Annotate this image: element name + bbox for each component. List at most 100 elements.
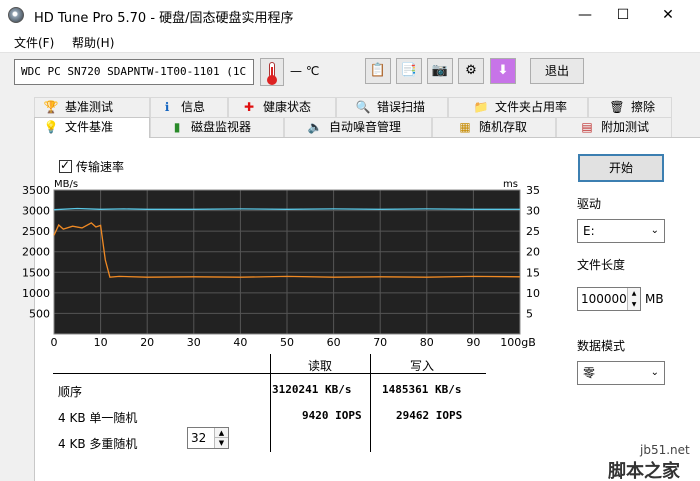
- exit-button[interactable]: 退出: [530, 58, 584, 84]
- tab-file-benchmark[interactable]: 💡 文件基准: [34, 117, 150, 138]
- drive-combo-value: E:: [583, 224, 595, 238]
- file-length-input[interactable]: 100000 ▲ ▼: [577, 287, 641, 311]
- queue-depth-value: 32: [191, 431, 207, 445]
- 4kb-single-read-value: 9420 IOPS: [302, 409, 362, 422]
- sequential-read-value: 3120241 KB/s: [272, 383, 352, 396]
- download-button[interactable]: ⬇: [490, 58, 516, 84]
- tab-label: 磁盘监视器: [191, 120, 252, 134]
- app-disk-icon: [8, 7, 24, 23]
- stepper-up-icon[interactable]: ▲: [214, 428, 228, 438]
- temperature-value: — ℃: [290, 64, 320, 78]
- watermark-site: jb51.net: [640, 443, 690, 457]
- watermark-name: 脚本之家: [608, 461, 680, 481]
- copy-info-button[interactable]: 📑: [396, 58, 422, 84]
- x-tick-label: 100gB: [500, 336, 536, 349]
- x-tick-label: 90: [466, 336, 480, 349]
- tab-label: 信息: [181, 100, 206, 114]
- drive-combo[interactable]: E: ⌄: [577, 219, 665, 243]
- chevron-down-icon: ⌄: [650, 225, 659, 236]
- tab-label: 基准测试: [65, 100, 114, 114]
- options-button[interactable]: ⚙: [458, 58, 484, 84]
- data-mode-label: 数据模式: [577, 339, 626, 353]
- y-right-tick-label: 20: [526, 246, 540, 259]
- table-divider: [370, 354, 371, 452]
- tab-aam[interactable]: 🔈 自动噪音管理: [284, 117, 432, 137]
- row-label-4kb-single: 4 KB 单一随机: [58, 411, 138, 425]
- file-length-unit: MB: [645, 292, 664, 306]
- x-tick-label: 50: [280, 336, 294, 349]
- drive-select[interactable]: WDC PC SN720 SDAPNTW-1T00-1101 (1C: [14, 59, 254, 85]
- row-label-4kb-multi: 4 KB 多重随机: [58, 437, 138, 451]
- temperature-button[interactable]: [260, 58, 284, 86]
- x-tick-label: 30: [187, 336, 201, 349]
- drive-label: 驱动: [577, 197, 602, 211]
- data-mode-value: 零: [583, 366, 596, 380]
- y-right-tick-label: 35: [526, 184, 540, 197]
- extra-tests-icon: ▤: [581, 120, 593, 134]
- tab-label: 文件基准: [65, 120, 114, 134]
- y-left-tick-label: 2500: [22, 225, 50, 238]
- window-title: HD Tune Pro 5.70 - 硬盘/固态硬盘实用程序: [34, 11, 294, 26]
- tab-label: 擦除: [631, 100, 656, 114]
- table-divider: [270, 354, 271, 452]
- disk-monitor-icon: ▮: [173, 120, 181, 134]
- y-axis-right: 35 30 25 20 15 10 5: [526, 184, 540, 320]
- thermometer-bulb: [267, 75, 277, 85]
- file-length-stepper-icon[interactable]: ▲ ▼: [627, 288, 640, 310]
- x-axis: 0 10 20 30 40 50 60 70 80 90 100gB: [51, 336, 536, 349]
- benchmark-chart: 350030002500200015001000500 353025201510…: [22, 179, 540, 349]
- series-line-cyan: [53, 207, 520, 211]
- y-left-tick-label: 3500: [22, 184, 50, 197]
- y-left-tick-label: 3000: [22, 205, 50, 218]
- x-tick-label: 70: [373, 336, 387, 349]
- copy-text-button[interactable]: 📋: [365, 58, 391, 84]
- tab-folder-usage[interactable]: 📁 文件夹占用率: [448, 97, 588, 117]
- left-axis-unit: MB/s: [54, 179, 78, 190]
- health-icon: ✚: [243, 100, 255, 114]
- tab-erase[interactable]: 🗑 擦除: [588, 97, 672, 117]
- column-write-header: 写入: [410, 359, 435, 373]
- stepper-down-icon[interactable]: ▼: [214, 438, 228, 448]
- tab-label: 错误扫描: [377, 100, 426, 114]
- menu-help[interactable]: 帮助(H): [72, 34, 114, 51]
- screenshot-button[interactable]: 📷: [427, 58, 453, 84]
- tab-disk-monitor[interactable]: ▮ 磁盘监视器: [150, 117, 284, 137]
- start-button[interactable]: 开始: [578, 154, 664, 182]
- x-tick-label: 80: [420, 336, 434, 349]
- y-right-tick-label: 30: [526, 205, 540, 218]
- file-length-label: 文件长度: [577, 258, 626, 272]
- folder-icon: 📁: [473, 100, 489, 114]
- column-read-header: 读取: [308, 359, 333, 373]
- tab-label: 随机存取: [479, 120, 528, 134]
- tab-error-scan[interactable]: 🔍 错误扫描: [336, 97, 448, 117]
- tab-extra-tests[interactable]: ▤ 附加测试: [556, 117, 672, 137]
- queue-depth-stepper[interactable]: 32 ▲ ▼: [187, 427, 229, 449]
- copy-text-icon: 📋: [369, 63, 387, 78]
- data-mode-combo[interactable]: 零 ⌄: [577, 361, 665, 385]
- x-tick-label: 60: [327, 336, 341, 349]
- x-tick-label: 40: [233, 336, 247, 349]
- row-label-sequential: 顺序: [58, 385, 83, 399]
- y-left-tick-label: 1500: [22, 266, 50, 279]
- menu-file[interactable]: 文件(F): [14, 34, 54, 51]
- tab-label: 附加测试: [601, 120, 650, 134]
- tab-info[interactable]: ℹ 信息: [150, 97, 228, 117]
- tab-health[interactable]: ✚ 健康状态: [228, 97, 336, 117]
- trash-icon: 🗑: [609, 100, 625, 114]
- trophy-icon: 🏆: [43, 100, 59, 114]
- copy-info-icon: 📑: [400, 63, 418, 78]
- tab-random-access[interactable]: ▦ 随机存取: [432, 117, 556, 137]
- tab-label: 文件夹占用率: [495, 100, 568, 114]
- options-icon: ⚙: [465, 63, 477, 78]
- info-icon: ℹ: [164, 100, 170, 114]
- maximize-button[interactable]: ☐: [600, 0, 646, 30]
- tab-benchmark[interactable]: 🏆 基准测试: [34, 97, 150, 117]
- y-axis-left: 3500 3000 2500 2000 1500 1000 500: [22, 184, 50, 320]
- menu-bar: 文件(F) 帮助(H): [0, 30, 700, 52]
- y-right-tick-label: 25: [526, 225, 540, 238]
- x-tick-label: 10: [94, 336, 108, 349]
- title-bar: HD Tune Pro 5.70 - 硬盘/固态硬盘实用程序 — ☐ ✕: [0, 0, 700, 30]
- toolbar: WDC PC SN720 SDAPNTW-1T00-1101 (1C — ℃ 📋…: [0, 52, 700, 90]
- sequential-write-value: 1485361 KB/s: [382, 383, 462, 396]
- close-button[interactable]: ✕: [645, 0, 691, 30]
